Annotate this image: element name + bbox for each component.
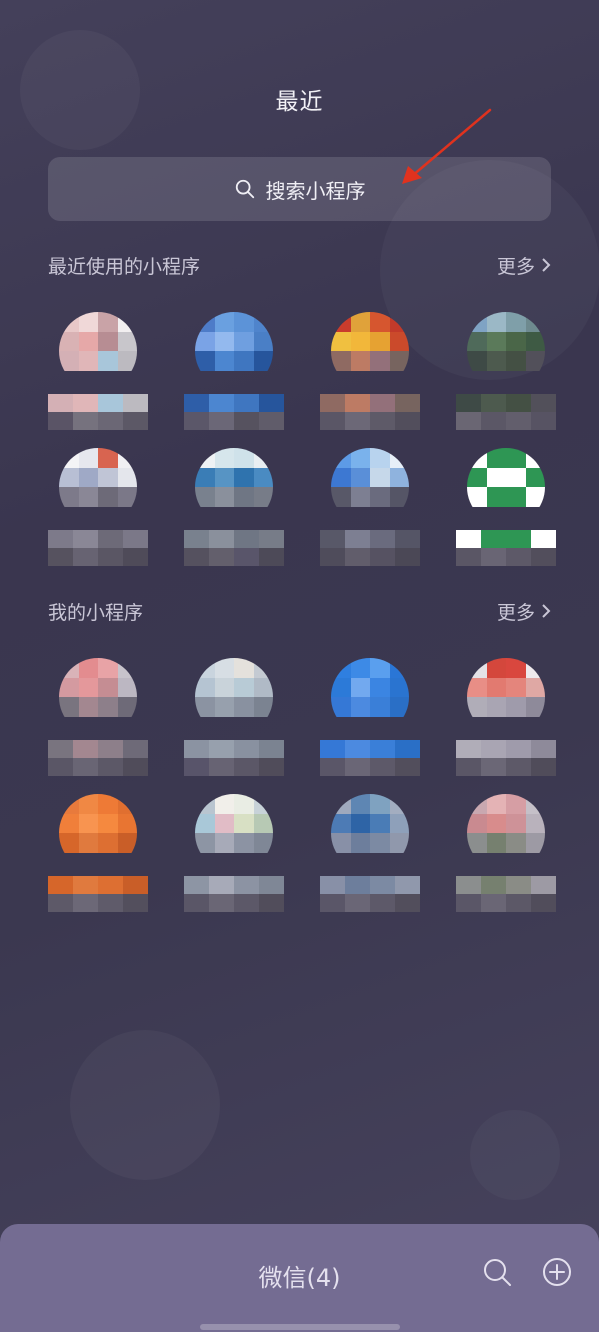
background-bokeh — [70, 1030, 220, 1180]
mini-program-label — [48, 312, 49, 313]
mini-program-item[interactable] — [184, 658, 284, 778]
more-label: 更多 — [496, 255, 535, 278]
mini-program-name-pixelated — [456, 530, 556, 566]
mini-program-icon — [195, 794, 273, 872]
mini-program-name-pixelated — [48, 876, 148, 912]
mini-program-label — [184, 794, 185, 795]
mini-program-label — [320, 312, 321, 313]
mine-more-link[interactable]: 更多 — [497, 598, 551, 625]
mini-program-item[interactable] — [456, 794, 556, 914]
mini-program-item[interactable] — [48, 312, 148, 432]
recent-section-title: 最近使用的小程序 — [48, 255, 201, 278]
mini-program-name-pixelated — [456, 876, 556, 912]
mini-program-icon — [59, 794, 137, 872]
mini-program-name-pixelated — [48, 530, 148, 566]
mini-program-item[interactable] — [320, 448, 420, 568]
mini-program-icon — [467, 658, 545, 736]
mini-program-icon — [59, 312, 137, 390]
mini-program-label — [48, 794, 49, 795]
mini-program-item[interactable] — [320, 312, 420, 432]
mini-program-label — [456, 794, 457, 795]
annotation-arrow — [402, 108, 492, 184]
mini-program-item[interactable] — [320, 658, 420, 778]
mini-program-item[interactable] — [456, 658, 556, 778]
background-bokeh — [470, 1110, 560, 1200]
mine-section-title: 我的小程序 — [48, 601, 144, 624]
mini-program-icon — [467, 448, 545, 526]
mini-program-name-pixelated — [320, 876, 420, 912]
recent-section-header: 最近使用的小程序 更多 — [48, 250, 551, 280]
mini-program-icon — [467, 794, 545, 872]
mini-program-name-pixelated — [184, 530, 284, 566]
mini-program-label — [48, 658, 49, 659]
mini-program-item[interactable] — [184, 794, 284, 914]
mini-program-icon — [331, 312, 409, 390]
home-indicator — [200, 1324, 400, 1330]
mini-program-icon — [195, 658, 273, 736]
chevron-right-icon — [542, 258, 551, 272]
mini-program-name-pixelated — [456, 740, 556, 776]
mini-program-name-pixelated — [320, 740, 420, 776]
mini-program-label — [320, 658, 321, 659]
mini-program-name-pixelated — [184, 394, 284, 430]
mini-program-item[interactable] — [184, 312, 284, 432]
mini-program-label — [320, 794, 321, 795]
mini-program-item[interactable] — [184, 448, 284, 568]
mini-program-icon — [195, 312, 273, 390]
mini-program-label — [456, 658, 457, 659]
mini-program-name-pixelated — [456, 394, 556, 430]
mini-program-item[interactable] — [456, 312, 556, 432]
mini-program-label — [184, 658, 185, 659]
recent-more-link[interactable]: 更多 — [497, 252, 551, 279]
add-icon[interactable] — [541, 1256, 573, 1288]
mini-program-name-pixelated — [184, 876, 284, 912]
mini-program-item[interactable] — [48, 658, 148, 778]
mini-program-label — [456, 448, 457, 449]
chevron-right-icon — [542, 604, 551, 618]
mini-program-item[interactable] — [320, 794, 420, 914]
mini-program-icon — [59, 658, 137, 736]
mini-program-label — [48, 448, 49, 449]
mini-program-icon — [331, 658, 409, 736]
mini-program-icon — [331, 794, 409, 872]
mini-program-name-pixelated — [184, 740, 284, 776]
mini-program-name-pixelated — [48, 740, 148, 776]
mini-program-item[interactable] — [48, 794, 148, 914]
mini-program-icon — [467, 312, 545, 390]
mini-program-label — [320, 448, 321, 449]
mine-section-header: 我的小程序 更多 — [48, 596, 551, 626]
mini-program-icon — [195, 448, 273, 526]
mini-program-label — [184, 312, 185, 313]
mini-program-item[interactable] — [48, 448, 148, 568]
mini-program-name-pixelated — [320, 394, 420, 430]
mini-program-name-pixelated — [48, 394, 148, 430]
bottom-bar: 微信(4) — [0, 1224, 599, 1332]
mini-program-name-pixelated — [320, 530, 420, 566]
mini-program-icon — [331, 448, 409, 526]
search-icon[interactable] — [481, 1256, 513, 1288]
mini-program-icon — [59, 448, 137, 526]
mini-program-item[interactable] — [456, 448, 556, 568]
mini-program-label — [456, 312, 457, 313]
mini-program-label — [184, 448, 185, 449]
more-label: 更多 — [496, 601, 535, 624]
